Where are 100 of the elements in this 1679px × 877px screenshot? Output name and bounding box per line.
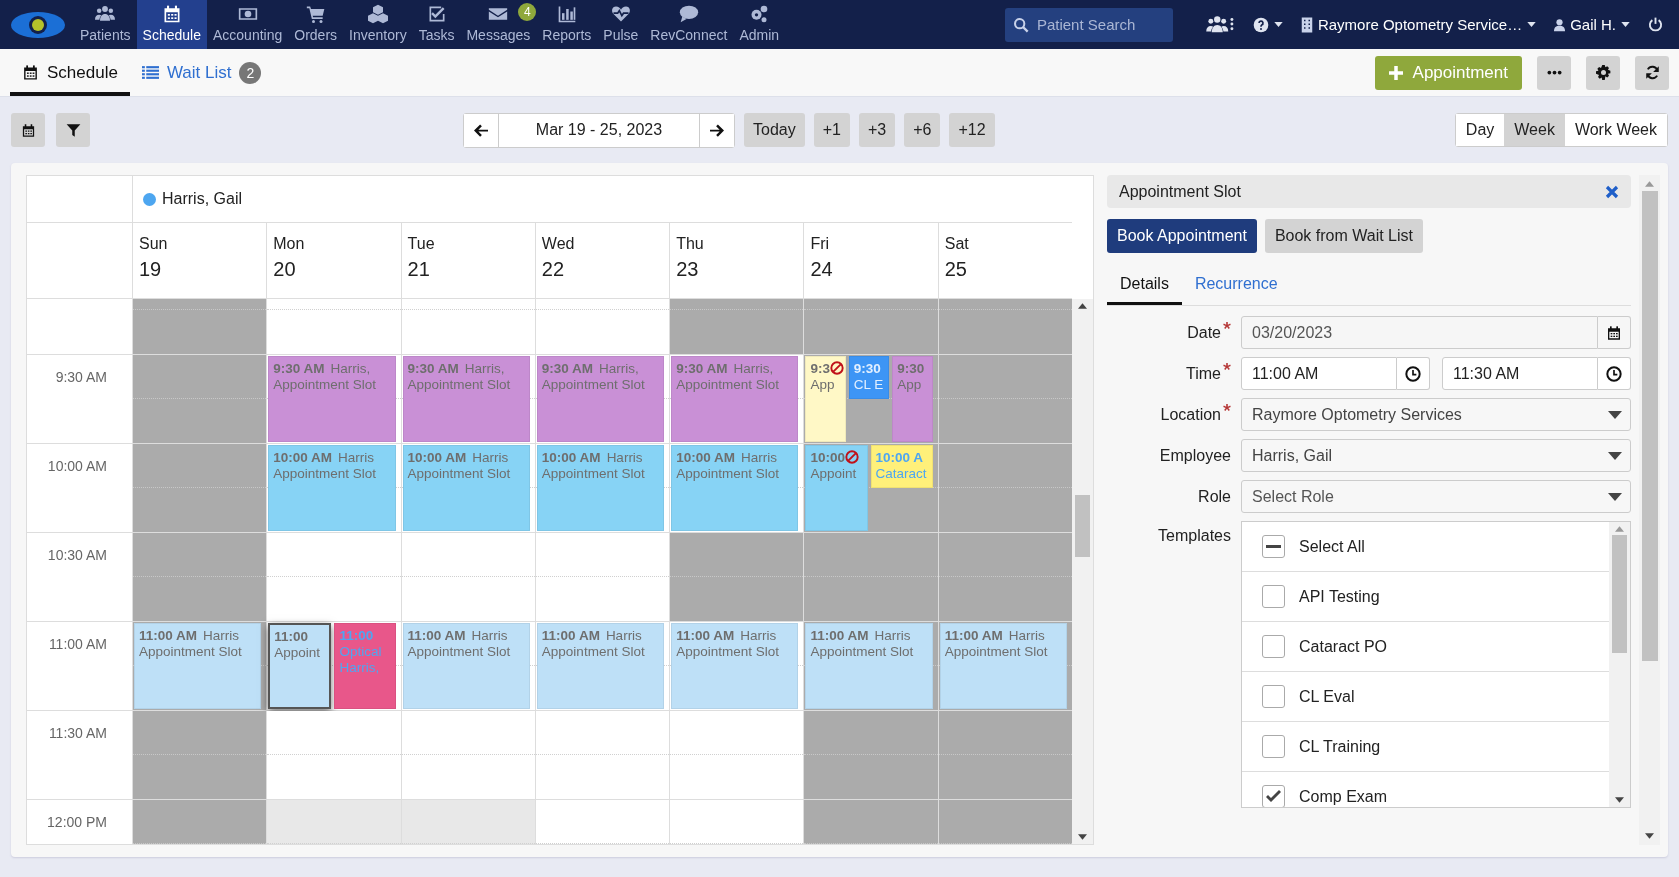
day-name: Thu — [676, 235, 705, 253]
list-icon — [141, 64, 159, 81]
tab[interactable]: Schedule — [10, 49, 130, 96]
time-label: 11:30 AM — [48, 725, 107, 741]
jump-button[interactable]: +12 — [949, 113, 995, 147]
appointment[interactable]: 9:3 App — [805, 356, 846, 442]
scrollbar-thumb[interactable] — [1075, 495, 1090, 557]
nav-item[interactable]: Messages 4 — [460, 0, 537, 49]
time-field[interactable]: 11:00 AM — [1241, 357, 1397, 390]
filter-button[interactable] — [56, 113, 90, 147]
scrollbar-thumb[interactable] — [1641, 191, 1658, 661]
book-button[interactable]: Book from Wait List — [1264, 219, 1423, 253]
date-picker-button[interactable] — [1598, 316, 1631, 349]
scrollbar-thumb[interactable] — [1612, 535, 1627, 653]
calendar-button[interactable] — [11, 113, 45, 147]
jump-button[interactable]: +3 — [858, 113, 896, 147]
checkbox[interactable] — [1262, 535, 1285, 558]
template-option[interactable]: Select All — [1242, 522, 1609, 572]
select-field[interactable]: Raymore Optometry Services — [1241, 398, 1631, 431]
close-icon[interactable] — [1605, 184, 1619, 199]
nav-item[interactable]: Orders — [288, 0, 344, 49]
time-slot[interactable] — [937, 533, 1072, 622]
time-slot[interactable] — [937, 355, 1072, 444]
caret-icon — [1608, 451, 1622, 460]
checkbox[interactable] — [1262, 635, 1285, 658]
time-slot[interactable] — [132, 533, 267, 622]
time-label: 10:30 AM — [47, 547, 107, 563]
time-slot[interactable] — [669, 711, 804, 800]
nav-item[interactable]: RevConnect — [644, 0, 734, 49]
time-slot[interactable]: 10:00 Appoint 10:00 A Cataract — [803, 444, 938, 533]
tab[interactable]: Wait List 2 — [129, 49, 274, 96]
clock-icon — [1405, 365, 1421, 382]
appointment[interactable]: 11:00 Appoint — [268, 623, 332, 709]
caret-icon — [1621, 22, 1630, 27]
nav-item[interactable]: Pulse — [597, 0, 645, 49]
user-menu[interactable]: Gail H. — [1554, 16, 1630, 33]
time-slot[interactable] — [669, 533, 804, 622]
time-slot[interactable] — [132, 444, 267, 533]
user-icon — [1554, 17, 1566, 32]
nav-item[interactable]: Accounting — [207, 0, 289, 49]
time-slot[interactable] — [266, 711, 401, 800]
settings-button[interactable] — [1586, 55, 1620, 90]
time-slot[interactable] — [400, 533, 535, 622]
time-slot[interactable] — [132, 355, 267, 444]
nav-item[interactable]: Reports — [536, 0, 598, 49]
day-date: 24 — [810, 258, 834, 281]
time-field[interactable]: 11:30 AM — [1442, 357, 1598, 390]
checkbox[interactable] — [1262, 785, 1285, 807]
time-label: 10:00 AM — [47, 458, 107, 474]
date-field[interactable]: 03/20/2023 — [1241, 316, 1598, 349]
today-button[interactable]: Today — [744, 113, 805, 147]
time-slot[interactable] — [803, 711, 938, 800]
time-slot[interactable] — [534, 533, 670, 622]
scroll-down-icon — [1645, 833, 1654, 839]
nav-item[interactable]: Inventory — [343, 0, 413, 49]
power-icon[interactable] — [1648, 17, 1663, 32]
book-button[interactable]: Book Appointment — [1107, 219, 1257, 253]
checkbox[interactable] — [1262, 585, 1285, 608]
nav-item[interactable]: Schedule — [136, 0, 207, 49]
search-input[interactable]: Patient Search — [1034, 15, 1165, 34]
more-button[interactable] — [1537, 55, 1571, 90]
location-menu[interactable]: Raymore Optometry Service… — [1300, 16, 1537, 33]
refresh-button[interactable] — [1635, 55, 1669, 90]
nav-item[interactable]: Admin — [733, 0, 786, 49]
tab[interactable]: Recurrence — [1181, 266, 1291, 305]
time-slot[interactable] — [400, 711, 535, 800]
jump-button[interactable]: +6 — [904, 113, 941, 147]
select-field[interactable]: Select Role — [1241, 480, 1631, 513]
panel-title: Appointment Slot — [1119, 182, 1241, 201]
time-slot[interactable]: 11:00 Appoint 11:00 Optical Harris, — [266, 622, 401, 711]
time-slot[interactable] — [937, 711, 1072, 800]
appointment[interactable]: 9:30 CL E — [848, 356, 890, 399]
time-slot[interactable] — [132, 711, 267, 800]
time-slot[interactable] — [534, 711, 670, 800]
day-name: Wed — [541, 235, 576, 253]
tab[interactable]: Details — [1107, 266, 1182, 305]
select-field[interactable]: Harris, Gail — [1241, 439, 1631, 472]
time-slot[interactable] — [266, 533, 401, 622]
search-field[interactable]: Patient Search — [1004, 7, 1173, 42]
checkbox[interactable] — [1262, 685, 1285, 708]
help-menu[interactable] — [1252, 16, 1283, 33]
appointment[interactable]: 10:00 Appoint — [805, 445, 868, 531]
view-button[interactable]: Week — [1504, 114, 1565, 146]
scroll-up-icon — [1615, 526, 1624, 532]
caret-icon — [1608, 492, 1622, 501]
scroll-down-icon — [1615, 797, 1624, 803]
time-slot[interactable] — [937, 444, 1072, 533]
time-picker-button[interactable] — [1397, 357, 1430, 390]
checkbox[interactable] — [1262, 735, 1285, 758]
nav-item[interactable]: Tasks — [412, 0, 461, 49]
time-picker-button[interactable] — [1598, 357, 1631, 390]
time-slot[interactable] — [803, 533, 938, 622]
new-appointment-button[interactable]: Appointment — [1374, 55, 1522, 90]
nav-item[interactable]: Patients — [74, 0, 137, 49]
caret-icon — [1527, 22, 1537, 27]
day-name: Sat — [944, 235, 970, 253]
jump-button[interactable]: +1 — [813, 113, 850, 147]
time-slot[interactable]: 9:3 App 9:30 CL E 9:30 App — [803, 355, 938, 444]
cart-icon — [304, 4, 327, 24]
day-date: 20 — [273, 258, 297, 281]
